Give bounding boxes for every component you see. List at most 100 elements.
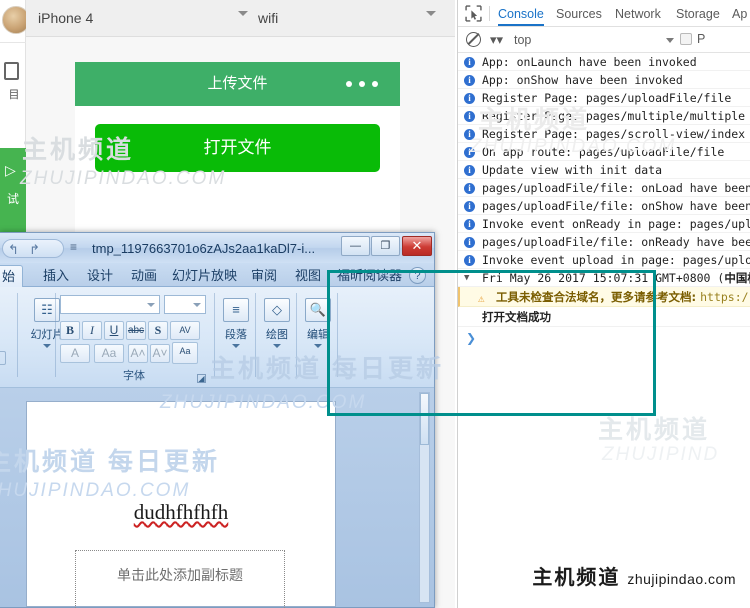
- tab-network[interactable]: Network: [615, 4, 661, 26]
- info-icon: i: [464, 147, 475, 158]
- network-select[interactable]: wifi: [258, 6, 453, 31]
- ribbon-tab-slideshow[interactable]: 幻灯片放映: [165, 265, 244, 287]
- ribbon-group-editing: 🔍 编辑: [299, 289, 337, 385]
- undo-icon[interactable]: ↰: [8, 242, 19, 258]
- console-row[interactable]: i pages/uploadFile/file: onShow have bee…: [458, 197, 750, 215]
- paste-icon[interactable]: [0, 315, 14, 331]
- console-row[interactable]: i Register Page: pages/multiple/multiple: [458, 107, 750, 125]
- drawing-button[interactable]: ◇ 绘图: [254, 293, 300, 361]
- more-dots-icon[interactable]: [346, 81, 386, 88]
- tab-appdata[interactable]: Ap: [732, 4, 747, 26]
- font-dialog-launcher-icon[interactable]: ◢: [197, 374, 206, 383]
- align-center-icon: ≡: [223, 298, 249, 322]
- console-row[interactable]: i Register Page: pages/scroll-view/index: [458, 125, 750, 143]
- editing-button[interactable]: 🔍 编辑: [295, 293, 341, 361]
- info-icon: i: [464, 75, 475, 86]
- device-select[interactable]: iPhone 4: [38, 6, 253, 31]
- help-icon[interactable]: ?: [409, 267, 426, 284]
- ribbon-tab-view[interactable]: 视图: [288, 265, 328, 287]
- console-prompt[interactable]: ❯: [458, 327, 750, 349]
- console-row[interactable]: i App: onLaunch have been invoked: [458, 53, 750, 71]
- strikethrough-button[interactable]: abc: [126, 321, 146, 340]
- increase-font-size-button[interactable]: A˄: [128, 344, 148, 363]
- ribbon-tab-foxit-reader[interactable]: 福昕阅读器: [330, 265, 409, 287]
- scrollbar-thumb[interactable]: [420, 393, 429, 445]
- ribbon-tab-home[interactable]: 始: [0, 265, 24, 287]
- bold-button[interactable]: B: [60, 321, 80, 340]
- chevron-down-icon[interactable]: [273, 344, 281, 348]
- console-row[interactable]: i Invoke event upload in page: pages/upl…: [458, 251, 750, 269]
- simulator-panel-icon[interactable]: [4, 62, 19, 80]
- slide-subtitle-placeholder[interactable]: 单击此处添加副标题: [75, 550, 285, 608]
- console-row[interactable]: i On app route: pages/uploadFile/file: [458, 143, 750, 161]
- console-row[interactable]: i Invoke event onReady in page: pages/up…: [458, 215, 750, 233]
- tab-sources[interactable]: Sources: [556, 4, 602, 26]
- chevron-down-icon: [147, 303, 155, 307]
- preserve-log-checkbox[interactable]: [680, 33, 692, 45]
- character-spacing-button[interactable]: AV: [170, 321, 200, 340]
- console-warning-row[interactable]: ⚠ 工具未检查合法域名，更多请参考文档: https:/: [458, 287, 750, 307]
- rail-divider: [0, 42, 26, 43]
- decrease-font-size-button[interactable]: A˅: [150, 344, 170, 363]
- warning-icon: ⚠: [478, 292, 485, 305]
- chevron-down-icon: [238, 11, 248, 16]
- ribbon-group-font: B I U abc S AV A Aa A˄ A˅ Aa 字体 ◢: [58, 289, 210, 385]
- console-row[interactable]: i Register Page: pages/uploadFile/file: [458, 89, 750, 107]
- info-icon: i: [464, 219, 475, 230]
- ribbon-tab-animation[interactable]: 动画: [124, 265, 164, 287]
- maximize-button[interactable]: ❐: [371, 236, 400, 256]
- ribbon-tab-review[interactable]: 审阅: [244, 265, 284, 287]
- inspect-element-icon[interactable]: [465, 5, 482, 22]
- slide-pane-scrollbar[interactable]: [419, 392, 430, 603]
- change-case-button[interactable]: Aa: [94, 344, 124, 363]
- clear-console-icon[interactable]: [466, 32, 481, 47]
- console-row[interactable]: i pages/uploadFile/file: onLoad have bee…: [458, 179, 750, 197]
- ribbon-tab-design[interactable]: 设计: [80, 265, 120, 287]
- open-file-button[interactable]: 打开文件: [95, 124, 380, 172]
- redo-icon[interactable]: ↱: [29, 242, 40, 258]
- font-size-input[interactable]: [164, 295, 206, 314]
- font-family-input[interactable]: [60, 295, 160, 314]
- close-button[interactable]: ✕: [402, 236, 432, 256]
- clipboard-launcher-icon[interactable]: [0, 351, 6, 365]
- font-color-button[interactable]: A: [60, 344, 90, 363]
- rail-panel-label: 目: [8, 89, 20, 101]
- info-icon: i: [464, 129, 475, 140]
- tabbar-divider: [489, 6, 490, 21]
- execution-context-select[interactable]: top: [514, 32, 531, 48]
- console-toolbar: ▾▾ top P: [458, 27, 750, 53]
- console-row[interactable]: 打开文档成功: [458, 307, 750, 327]
- info-icon: i: [464, 183, 475, 194]
- quick-access-toolbar: ↰ ↱: [2, 239, 64, 258]
- chevron-down-icon[interactable]: [666, 38, 674, 43]
- chevron-down-icon[interactable]: [43, 344, 51, 348]
- chevron-down-icon[interactable]: [314, 344, 322, 348]
- chevron-down-icon: [426, 11, 436, 16]
- console-output[interactable]: i App: onLaunch have been invoked i App:…: [458, 53, 750, 608]
- customize-qat-icon[interactable]: ≡: [70, 240, 77, 254]
- paragraph-button[interactable]: ≡ 段落: [213, 293, 259, 361]
- slide-title-text[interactable]: dudhfhfhfh: [27, 500, 335, 525]
- filter-icon[interactable]: ▾▾: [490, 32, 503, 48]
- slide-canvas[interactable]: dudhfhfhfh 单击此处添加副标题: [26, 401, 336, 608]
- console-row[interactable]: i Update view with init data: [458, 161, 750, 179]
- text-shadow-button[interactable]: S: [148, 321, 168, 340]
- minimize-button[interactable]: —: [341, 236, 370, 256]
- window-titlebar[interactable]: ↰ ↱ ≡ tmp_1197663701o6zAJs2aa1kaDl7-i...…: [0, 233, 434, 263]
- tab-console[interactable]: Console: [498, 4, 544, 26]
- console-row-text: App: onShow have been invoked: [482, 73, 683, 87]
- italic-button[interactable]: I: [82, 321, 102, 340]
- tab-storage[interactable]: Storage: [676, 4, 720, 26]
- console-row[interactable]: i pages/uploadFile/file: onReady have be…: [458, 233, 750, 251]
- brand-watermark: 主机频道 zhujipindao.com: [532, 561, 736, 590]
- expand-arrow-icon[interactable]: ▼: [464, 269, 469, 286]
- compile-run-button[interactable]: ▷ 试: [0, 148, 26, 232]
- console-row-text: Register Page: pages/uploadFile/file: [482, 91, 732, 105]
- ribbon-tab-insert[interactable]: 插入: [36, 265, 76, 287]
- console-row[interactable]: i App: onShow have been invoked: [458, 71, 750, 89]
- console-group-row[interactable]: ▼ Fri May 26 2017 15:07:31 GMT+0800 (中国标: [458, 269, 750, 287]
- new-slide-icon: ☷: [34, 298, 60, 322]
- underline-button[interactable]: U: [104, 321, 124, 340]
- clear-formatting-button[interactable]: Aa: [172, 342, 198, 364]
- chevron-down-icon[interactable]: [232, 344, 240, 348]
